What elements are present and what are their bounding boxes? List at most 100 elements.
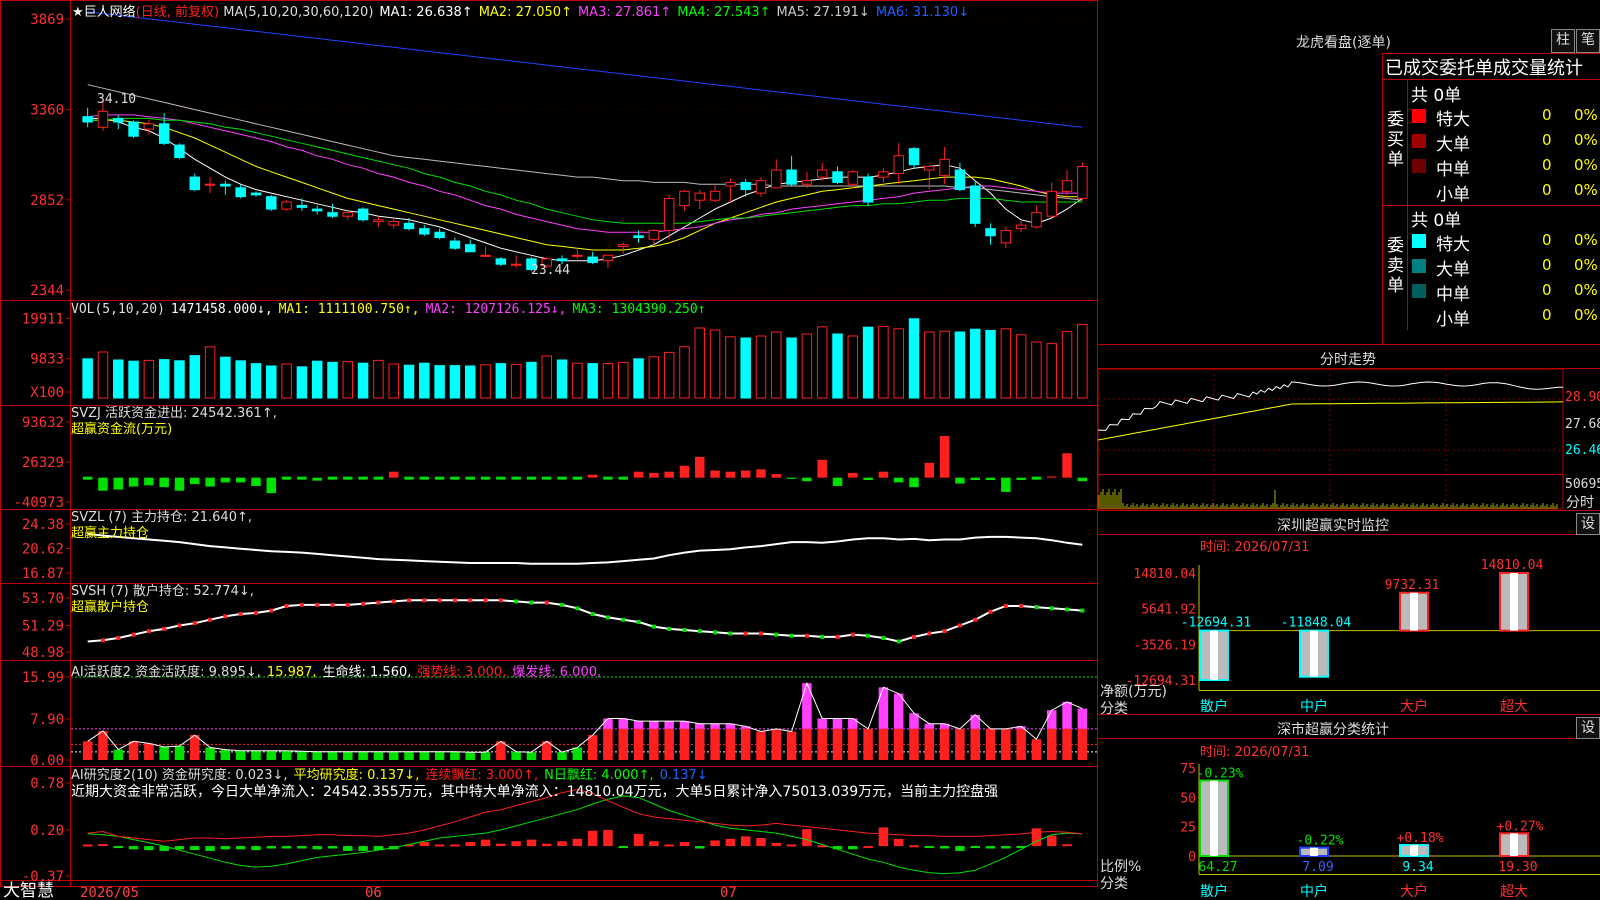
sell-side-label: 委卖单 (1387, 236, 1404, 296)
research-bar (587, 830, 598, 847)
research-bar (1046, 835, 1057, 847)
flow-bar-out (235, 477, 246, 483)
svsh-marker (621, 617, 626, 622)
order-pct: 0% (1574, 156, 1598, 174)
lhb-title: 龙虎看盘(逐单) (1296, 35, 1391, 51)
research-bar (664, 844, 674, 847)
classify-title: 深市超赢分类统计 (1277, 722, 1389, 738)
legend-item: N日飘红: 4.000↑, (544, 768, 654, 783)
flow-bar-in (878, 471, 889, 478)
svsh-marker (330, 602, 335, 607)
volume-bar-up (816, 326, 828, 399)
order-swatch (1412, 159, 1426, 173)
svzl-legend: SVZL (7) 主力持仓: 21.640↑, 超赢主力持仓 (71, 510, 258, 542)
ma-line-ma4 (87, 117, 1083, 224)
kline-chart[interactable]: 3869 3360 2852 2344 34.10 23.44 19911 9833 X1… (0, 0, 1600, 900)
y-tick-label: 3360 (30, 103, 64, 119)
activity-bar (266, 750, 277, 760)
candle-up (725, 181, 736, 187)
order-count: 0 (1542, 256, 1552, 274)
svsh-marker (575, 606, 580, 611)
main-grid (71, 18, 1097, 291)
candle-up (1015, 224, 1027, 230)
flow-bar-out (909, 477, 919, 488)
ratio-chart: 75 50 25 0 -0.23% 64.27 散户 -0.22% 7.09 中户 +0.18% 9.… (1180, 762, 1600, 900)
flow-bar-flat (419, 476, 430, 480)
volume-bar-up (204, 346, 216, 399)
svsh-marker (1065, 607, 1070, 612)
candle-up (771, 169, 782, 189)
order-label: 中单 (1436, 285, 1470, 305)
volume-bar-down (786, 337, 797, 399)
order-count: 0 (1542, 306, 1552, 324)
flow-bar-flat (526, 476, 537, 480)
candle-up (893, 155, 904, 175)
flow-bar-in (756, 469, 766, 478)
activity-bar (388, 751, 399, 760)
research-bar (802, 829, 812, 847)
order-label: 小单 (1436, 185, 1470, 205)
flow-bar-out (312, 477, 322, 481)
ma-line-ma3 (87, 114, 1083, 233)
volume-bar-down (189, 355, 201, 399)
candle-down (250, 192, 262, 196)
order-swatch (1412, 234, 1426, 248)
research-bar (939, 846, 950, 849)
volume-bar-up (679, 346, 690, 399)
research-bar (480, 839, 491, 847)
stock-name: 巨人网络 (83, 5, 136, 20)
research-bar (327, 846, 338, 849)
research-bar (970, 846, 980, 849)
tick-mode-button[interactable]: 笔 (1576, 29, 1600, 53)
ratio-bar-highlight (1410, 845, 1418, 856)
flow-bar-flat (603, 476, 613, 480)
candle-down (189, 176, 201, 191)
legend-item: MA1: 1111100.750↑, (278, 302, 420, 317)
order-swatch (1412, 259, 1426, 273)
activity-burst-bar (832, 718, 843, 729)
svsh-marker (299, 602, 304, 607)
flow-bar-out (970, 477, 980, 481)
research-bar (358, 846, 368, 851)
research-bar (297, 846, 307, 849)
research-bar (725, 838, 736, 847)
order-count: 0 (1542, 281, 1552, 299)
ratio-category: 中户 (1300, 883, 1328, 900)
monitor-settings-button[interactable]: 设 (1576, 513, 1600, 535)
candle-up (572, 254, 583, 257)
activity-bar (419, 751, 430, 760)
legend-item: AI研究度2(10) 资金研究度: 0.023↓, (71, 768, 288, 783)
order-row: 特大 0 0% (1410, 105, 1600, 130)
legend-item: 平均研究度: 0.137↓, (293, 768, 420, 783)
volume-bar-down (82, 358, 93, 399)
volume-bar-up (694, 327, 706, 399)
low-label: 23.44 (531, 263, 570, 278)
svsh-marker (284, 604, 289, 609)
classify-settings-button[interactable]: 设 (1576, 717, 1600, 739)
research-bar (1001, 846, 1011, 849)
volume-bar-up (602, 363, 614, 399)
candle-up (97, 110, 109, 128)
legend-item: 1471458.000↓, (170, 302, 273, 317)
research-bar (679, 842, 690, 847)
ma-lines (87, 11, 1083, 262)
flow-bar-in (388, 471, 399, 478)
intraday-chart[interactable] (1097, 368, 1564, 510)
svsh-marker (789, 633, 794, 638)
activity-burst-bar (1077, 708, 1088, 729)
candle-up (924, 165, 935, 171)
research-bar (985, 846, 996, 849)
volume-bar-up (510, 363, 522, 399)
activity-strong-bar (985, 728, 996, 760)
volume-bar-up (709, 329, 721, 399)
volume-bar-up (893, 328, 904, 399)
flow-bar-in (725, 471, 736, 478)
main-legend: ★巨人网络(日线, 前复权) MA(5,10,20,30,60,120) MA1:… (72, 1, 975, 20)
activity-strong-bar (1016, 728, 1026, 760)
intraday-vol-label: 分时 (1566, 495, 1594, 511)
candle-up (878, 171, 889, 178)
bar-mode-button[interactable]: 柱 (1551, 29, 1575, 53)
ratio-value: 19.30 (1498, 860, 1537, 875)
volume-bar-up (1046, 343, 1057, 399)
x-axis: 2026/05 06 07 (80, 885, 737, 900)
